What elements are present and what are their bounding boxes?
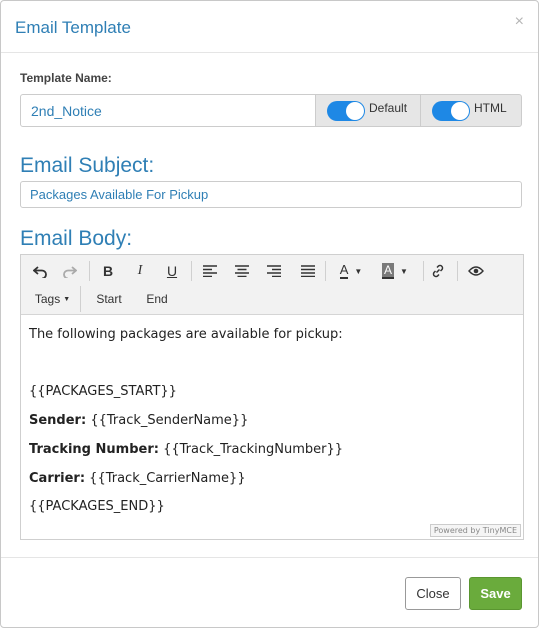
tags-dropdown[interactable]: Tags ▼ <box>25 286 81 312</box>
redo-icon[interactable] <box>59 259 81 283</box>
carrier-value: {{Track_CarrierName}} <box>89 471 246 486</box>
intro-line: The following packages are available for… <box>29 327 343 342</box>
html-toggle-group[interactable]: HTML <box>420 94 522 127</box>
toolbar-separator <box>89 261 90 281</box>
tags-label: Tags <box>34 292 61 306</box>
sender-value: {{Track_SenderName}} <box>90 413 249 428</box>
dialog-header: Email Template × <box>1 1 538 53</box>
email-subject-heading: Email Subject: <box>20 154 155 177</box>
default-toggle-label: Default <box>369 100 408 115</box>
chevron-down-icon: ▼ <box>400 266 408 276</box>
template-name-label: Template Name: <box>20 71 112 85</box>
tracking-label: Tracking Number: <box>29 442 159 457</box>
undo-icon[interactable] <box>29 259 51 283</box>
background-color-letter: A <box>382 263 395 279</box>
align-center-icon[interactable] <box>231 259 253 283</box>
packages-start-line: {{PACKAGES_START}} <box>29 384 177 399</box>
close-icon[interactable]: × <box>515 13 524 31</box>
html-toggle-switch[interactable] <box>432 100 470 121</box>
powered-by-badge[interactable]: Powered by TinyMCE <box>429 524 521 537</box>
bold-icon[interactable]: B <box>97 259 119 283</box>
sender-line: Sender: {{Track_SenderName}} <box>29 413 248 428</box>
justify-icon[interactable] <box>297 259 319 283</box>
save-button[interactable]: Save <box>469 577 522 610</box>
default-toggle-group[interactable]: Default <box>315 94 421 127</box>
toolbar-separator <box>457 261 458 281</box>
align-right-icon[interactable] <box>263 259 285 283</box>
align-left-icon[interactable] <box>199 259 221 283</box>
chevron-down-icon: ▼ <box>354 266 363 276</box>
template-name-input[interactable] <box>20 94 316 127</box>
underline-icon[interactable]: U <box>161 259 183 283</box>
preview-icon[interactable] <box>465 259 487 283</box>
sender-label: Sender: <box>29 413 87 428</box>
carrier-label: Carrier: <box>29 471 86 486</box>
editor-toolbar: B I U A ▼ A ▼ Tags ▼ Start End <box>21 255 523 315</box>
rich-text-editor: B I U A ▼ A ▼ Tags ▼ Start End The follo… <box>20 254 524 540</box>
toolbar-separator <box>191 261 192 281</box>
start-button[interactable]: Start <box>85 286 133 312</box>
email-body-heading: Email Body: <box>20 227 133 250</box>
text-color-icon[interactable]: A ▼ <box>333 259 369 283</box>
packages-end-line: {{PACKAGES_END}} <box>29 499 165 514</box>
tracking-line: Tracking Number: {{Track_TrackingNumber}… <box>29 442 343 457</box>
background-color-icon[interactable]: A ▼ <box>377 259 413 283</box>
tracking-value: {{Track_TrackingNumber}} <box>163 442 344 457</box>
toolbar-separator <box>423 261 424 281</box>
toolbar-separator <box>325 261 326 281</box>
editor-content[interactable]: The following packages are available for… <box>21 316 523 539</box>
dialog-title: Email Template <box>15 18 131 37</box>
chevron-down-icon: ▼ <box>63 295 71 303</box>
default-toggle-switch[interactable] <box>327 100 365 121</box>
footer-divider <box>1 557 538 558</box>
text-color-letter: A <box>339 262 349 279</box>
close-button[interactable]: Close <box>405 577 461 610</box>
email-template-dialog: Email Template × Template Name: Default … <box>0 0 539 628</box>
end-button[interactable]: End <box>137 286 177 312</box>
italic-icon[interactable]: I <box>129 259 151 283</box>
link-icon[interactable] <box>427 259 449 283</box>
email-subject-input[interactable] <box>20 181 522 208</box>
html-toggle-label: HTML <box>474 100 507 115</box>
carrier-line: Carrier: {{Track_CarrierName}} <box>29 471 246 486</box>
